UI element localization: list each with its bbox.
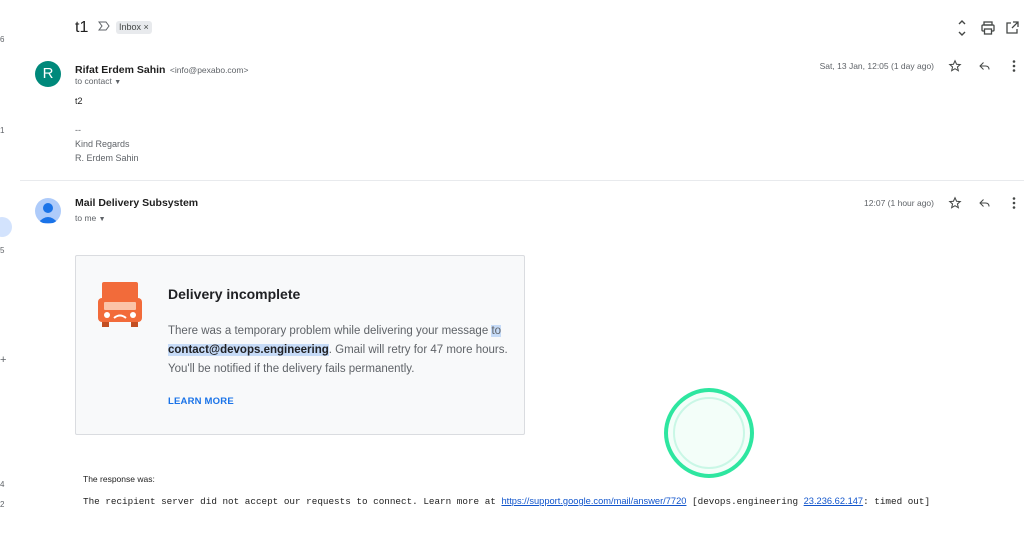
chevron-down-icon: ▼ <box>114 79 122 86</box>
signature-line: Kind Regards <box>75 139 130 149</box>
inbox-label-chip[interactable]: Inbox × <box>116 21 152 34</box>
ip-address-link[interactable]: 23.236.62.147 <box>804 496 863 506</box>
signature-line: -- <box>75 125 81 135</box>
message-date: 12:07 (1 hour ago) <box>864 198 934 208</box>
more-options-icon[interactable] <box>1011 59 1017 73</box>
message-date: Sat, 13 Jan, 12:05 (1 day ago) <box>819 61 934 71</box>
sender-name[interactable]: Rifat Erdem Sahin <box>75 64 165 76</box>
response-text-part: : timed out] <box>863 496 931 507</box>
open-in-new-window-icon[interactable] <box>1004 20 1020 36</box>
cursor-highlight-ring <box>663 387 755 479</box>
message-divider <box>20 180 1024 181</box>
response-text-part: [devops.engineering <box>686 496 804 507</box>
gutter-count: 6 <box>0 35 5 44</box>
sender-avatar[interactable] <box>35 198 61 224</box>
card-message: There was a temporary problem while deli… <box>168 322 508 379</box>
signature-line: R. Erdem Sahin <box>75 153 139 163</box>
gutter-count: 5 <box>0 246 5 255</box>
response-text: The recipient server did not accept our … <box>83 496 930 507</box>
sender-email: <info@pexabo.com> <box>169 65 249 75</box>
gutter-count: 4 <box>0 480 5 489</box>
sender-name[interactable]: Mail Delivery Subsystem <box>75 197 198 209</box>
person-icon <box>38 203 58 223</box>
delivery-status-card: Delivery incomplete There was a temporar… <box>75 255 525 435</box>
card-title: Delivery incomplete <box>168 286 301 302</box>
star-icon[interactable] <box>948 196 962 210</box>
card-message-to: to <box>491 325 502 337</box>
support-link[interactable]: https://support.google.com/mail/answer/7… <box>501 496 686 506</box>
reply-icon[interactable] <box>978 197 991 209</box>
response-heading: The response was: <box>83 474 155 484</box>
message-body: t2 <box>75 96 83 106</box>
sender-avatar[interactable]: R <box>35 61 61 87</box>
star-icon[interactable] <box>948 59 962 73</box>
card-message-text: There was a temporary problem while deli… <box>168 325 489 337</box>
gutter-selected-indicator[interactable] <box>0 217 12 237</box>
recipients-label: to contact <box>75 76 112 86</box>
expand-collapse-icon[interactable] <box>954 20 970 36</box>
important-marker-icon[interactable] <box>97 19 111 33</box>
delivery-truck-icon <box>98 282 142 327</box>
recipients-toggle[interactable]: to me ▼ <box>75 213 106 223</box>
recipients-toggle[interactable]: to contact ▼ <box>75 76 121 86</box>
chevron-down-icon: ▼ <box>98 216 106 223</box>
gutter-plus[interactable]: + <box>0 354 10 366</box>
gutter-count: 2 <box>0 500 5 509</box>
recipients-label: to me <box>75 213 97 223</box>
print-icon[interactable] <box>980 20 996 36</box>
response-text-part: The recipient server did not accept our … <box>83 496 502 507</box>
reply-icon[interactable] <box>978 60 991 72</box>
learn-more-link[interactable]: LEARN MORE <box>168 396 234 407</box>
more-options-icon[interactable] <box>1011 196 1017 210</box>
email-subject: t1 <box>75 19 89 36</box>
gutter-count: 1 <box>0 126 5 135</box>
recipient-address: contact@devops.engineering <box>168 344 329 356</box>
